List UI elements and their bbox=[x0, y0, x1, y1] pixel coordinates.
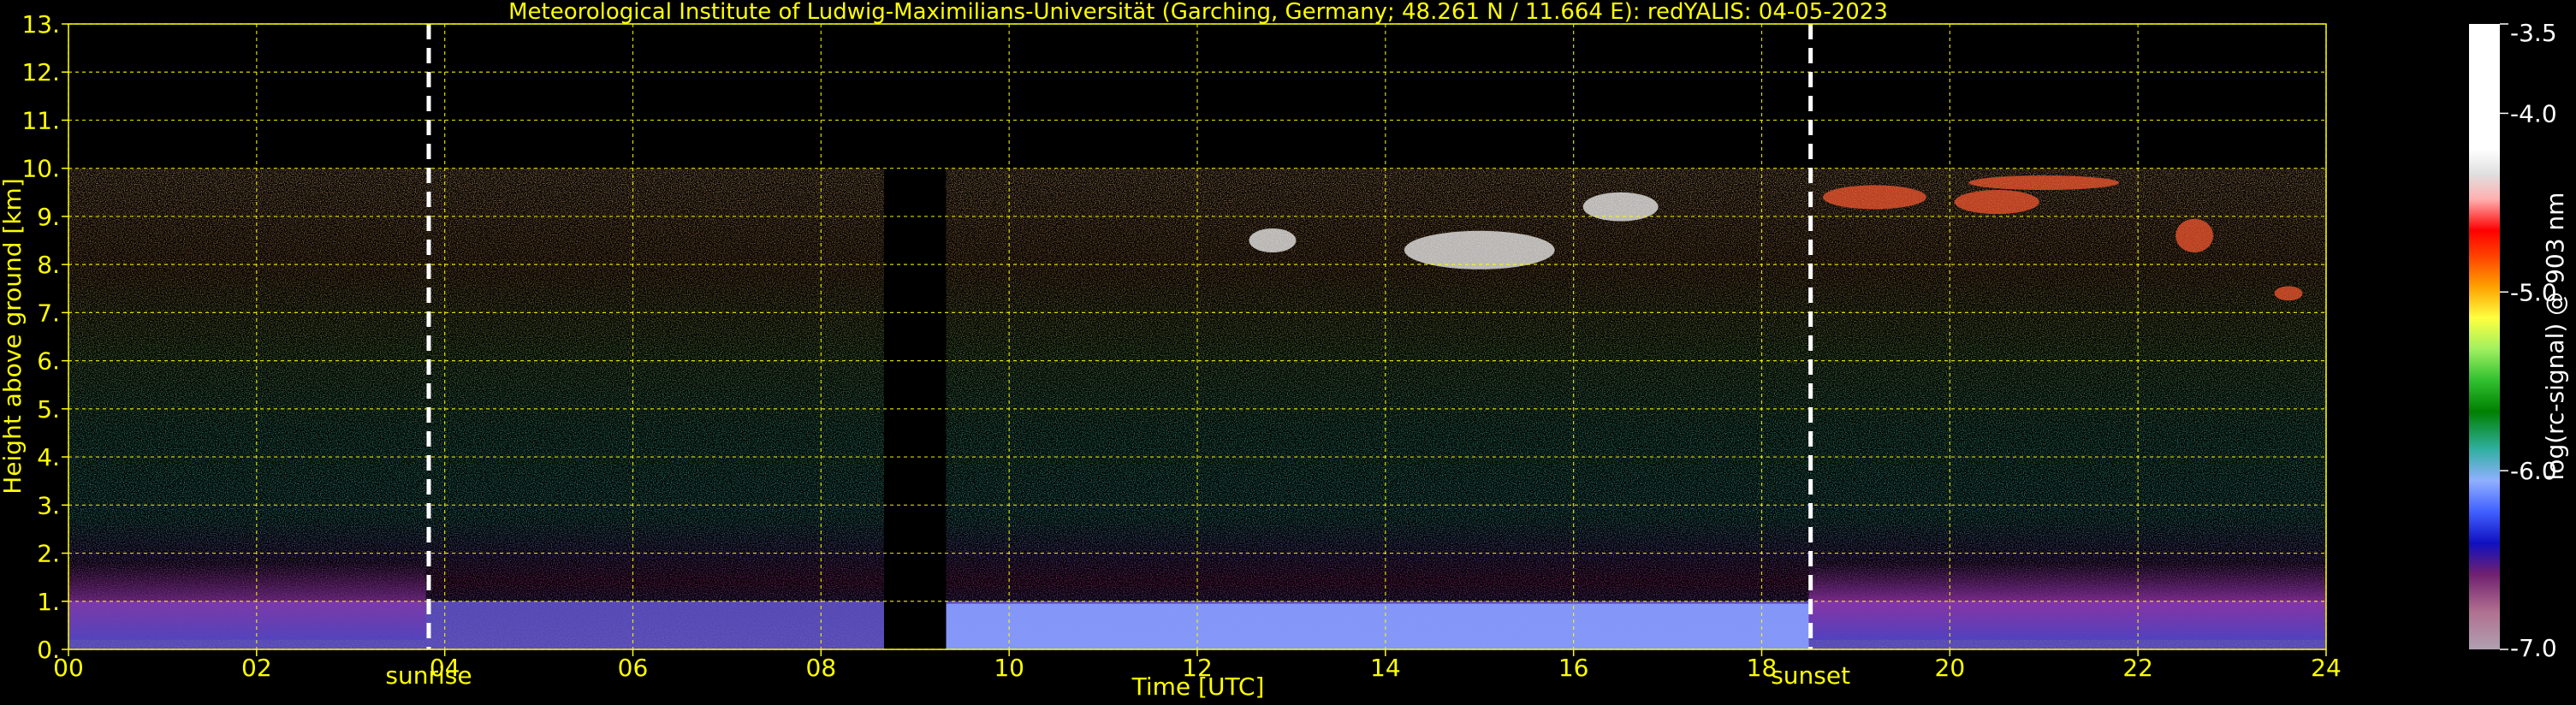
y-tick-label: 13. bbox=[21, 10, 60, 39]
lidar-chart: sunrise sunset 00 02 04 06 08 10 12 14 16 18 20 22 24… bbox=[0, 0, 2569, 701]
x-tick-label: 10 bbox=[994, 654, 1024, 682]
x-tick-label: 06 bbox=[618, 654, 649, 682]
y-tick-label: 6. bbox=[37, 347, 60, 376]
x-tick-label: 02 bbox=[241, 654, 272, 682]
y-axis: 0. 1. 2. 3. 4. 5. 6. 7. 8. 9. 10. 11. 12. 13. bbox=[21, 10, 68, 664]
x-axis-label: Time [UTC] bbox=[1131, 672, 1265, 701]
y-tick-label: 9. bbox=[37, 203, 60, 231]
cloud-patch bbox=[2175, 218, 2214, 253]
colorbar-tick-label: -7.0 bbox=[2510, 634, 2557, 662]
daytime-mixed-layer bbox=[946, 603, 1809, 649]
colorbar bbox=[2469, 24, 2500, 649]
sun-marker-label: sunset bbox=[1771, 661, 1850, 690]
colorbar-tick-label: -3.5 bbox=[2510, 19, 2557, 47]
y-tick-label: 2. bbox=[37, 540, 60, 568]
y-tick-label: 8. bbox=[37, 251, 60, 279]
y-tick-label: 4. bbox=[37, 443, 60, 471]
cloud-patch bbox=[1249, 228, 1297, 253]
x-tick-label: 08 bbox=[806, 654, 837, 682]
colorbar-tick-label: -4.0 bbox=[2510, 99, 2557, 127]
cloud-patch bbox=[1968, 175, 2120, 190]
x-tick-label: 16 bbox=[1558, 654, 1589, 682]
y-tick-label: 7. bbox=[37, 299, 60, 327]
colorbar-label: log(rc-signal) @ 903 nm bbox=[2541, 193, 2569, 481]
y-tick-label: 1. bbox=[37, 588, 60, 616]
chart-title: Meteorological Institute of Ludwig-Maxim… bbox=[508, 0, 1888, 25]
cloud-patch bbox=[1822, 185, 1926, 210]
x-tick-label: 22 bbox=[2122, 654, 2153, 682]
cloud-patch bbox=[1954, 189, 2039, 215]
y-tick-label: 0. bbox=[37, 636, 60, 664]
y-tick-label: 12. bbox=[21, 58, 60, 86]
cloud-patch bbox=[1404, 230, 1555, 270]
x-tick-label: 04 bbox=[430, 654, 460, 682]
x-tick-label: 14 bbox=[1370, 654, 1401, 682]
y-axis-label: Height above ground [km] bbox=[0, 178, 27, 495]
y-tick-label: 10. bbox=[21, 155, 60, 183]
cloud-patch bbox=[1582, 192, 1659, 222]
y-tick-label: 3. bbox=[37, 491, 60, 519]
x-tick-label: 20 bbox=[1935, 654, 1966, 682]
y-tick-label: 5. bbox=[37, 395, 60, 424]
x-tick-label: 24 bbox=[2311, 654, 2342, 682]
y-tick-label: 11. bbox=[21, 106, 60, 134]
cloud-patch bbox=[2274, 286, 2303, 301]
x-tick-label: 18 bbox=[1747, 654, 1778, 682]
